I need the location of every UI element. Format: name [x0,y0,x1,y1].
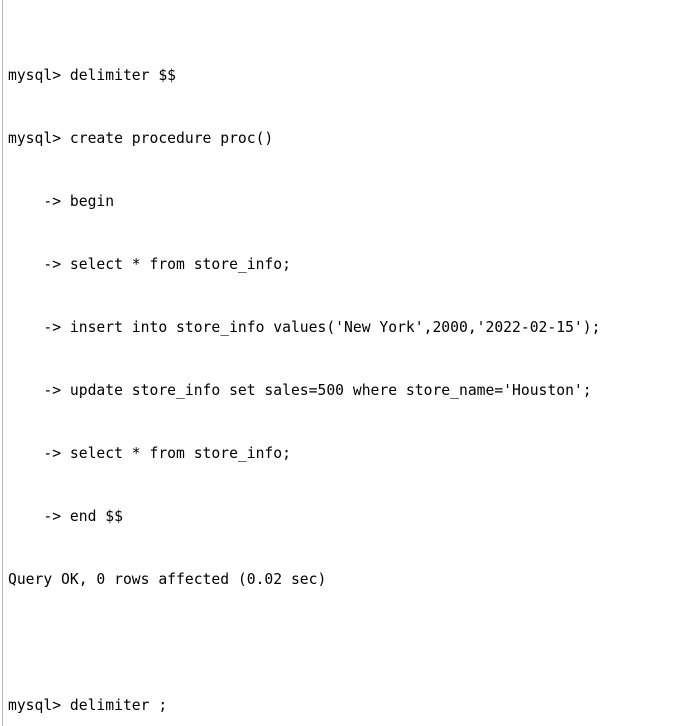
terminal-line: -> select * from store_info; [8,445,291,462]
terminal-line: -> update store_info set sales=500 where… [8,382,592,399]
terminal-line: mysql> delimiter ; [8,697,168,714]
terminal-line: -> end $$ [8,508,123,525]
terminal-line: -> begin [8,193,115,210]
terminal-line: mysql> delimiter $$ [8,67,177,84]
mysql-terminal-window[interactable]: mysql> delimiter $$ mysql> create proced… [0,0,691,726]
terminal-line: -> select * from store_info; [8,256,291,273]
terminal-output[interactable]: mysql> delimiter $$ mysql> create proced… [8,2,691,726]
terminal-line: Query OK, 0 rows affected (0.02 sec) [8,571,327,588]
terminal-line: -> insert into store_info values('New Yo… [8,319,601,336]
terminal-line: mysql> create procedure proc() [8,130,274,147]
